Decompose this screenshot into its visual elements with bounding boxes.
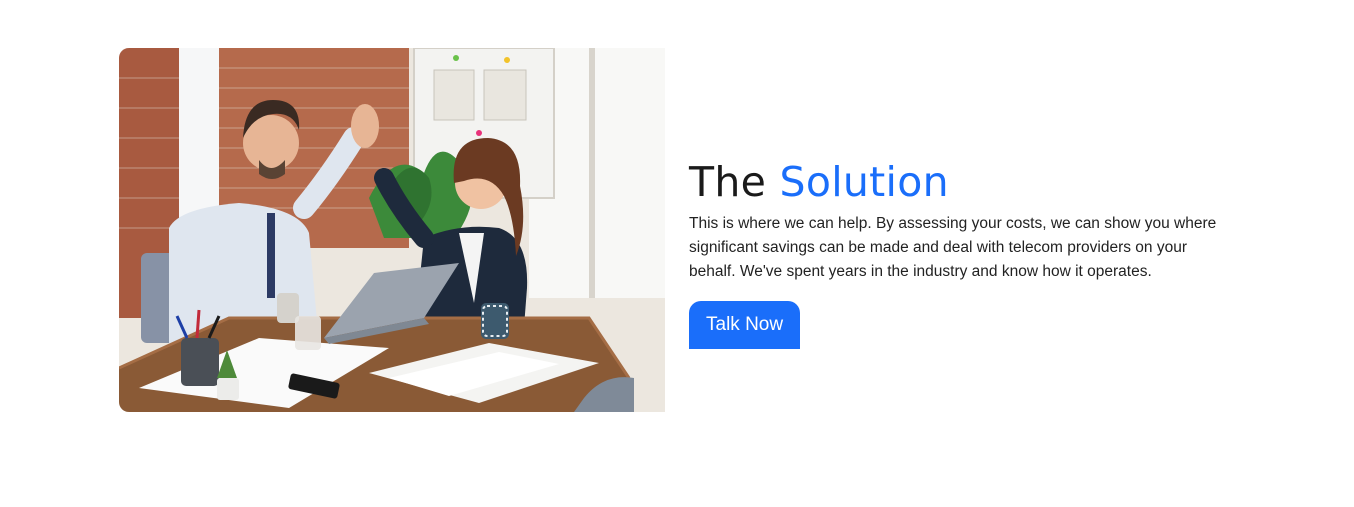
solution-content: The Solution This is where we can help. …: [689, 156, 1229, 349]
solution-photo: [119, 48, 665, 412]
title-prefix: The: [689, 158, 767, 206]
section-description: This is where we can help. By assessing …: [689, 215, 1217, 280]
title-accent: Solution: [779, 158, 949, 206]
section-title: The Solution: [689, 156, 1229, 208]
talk-now-button[interactable]: Talk Now: [689, 301, 801, 349]
